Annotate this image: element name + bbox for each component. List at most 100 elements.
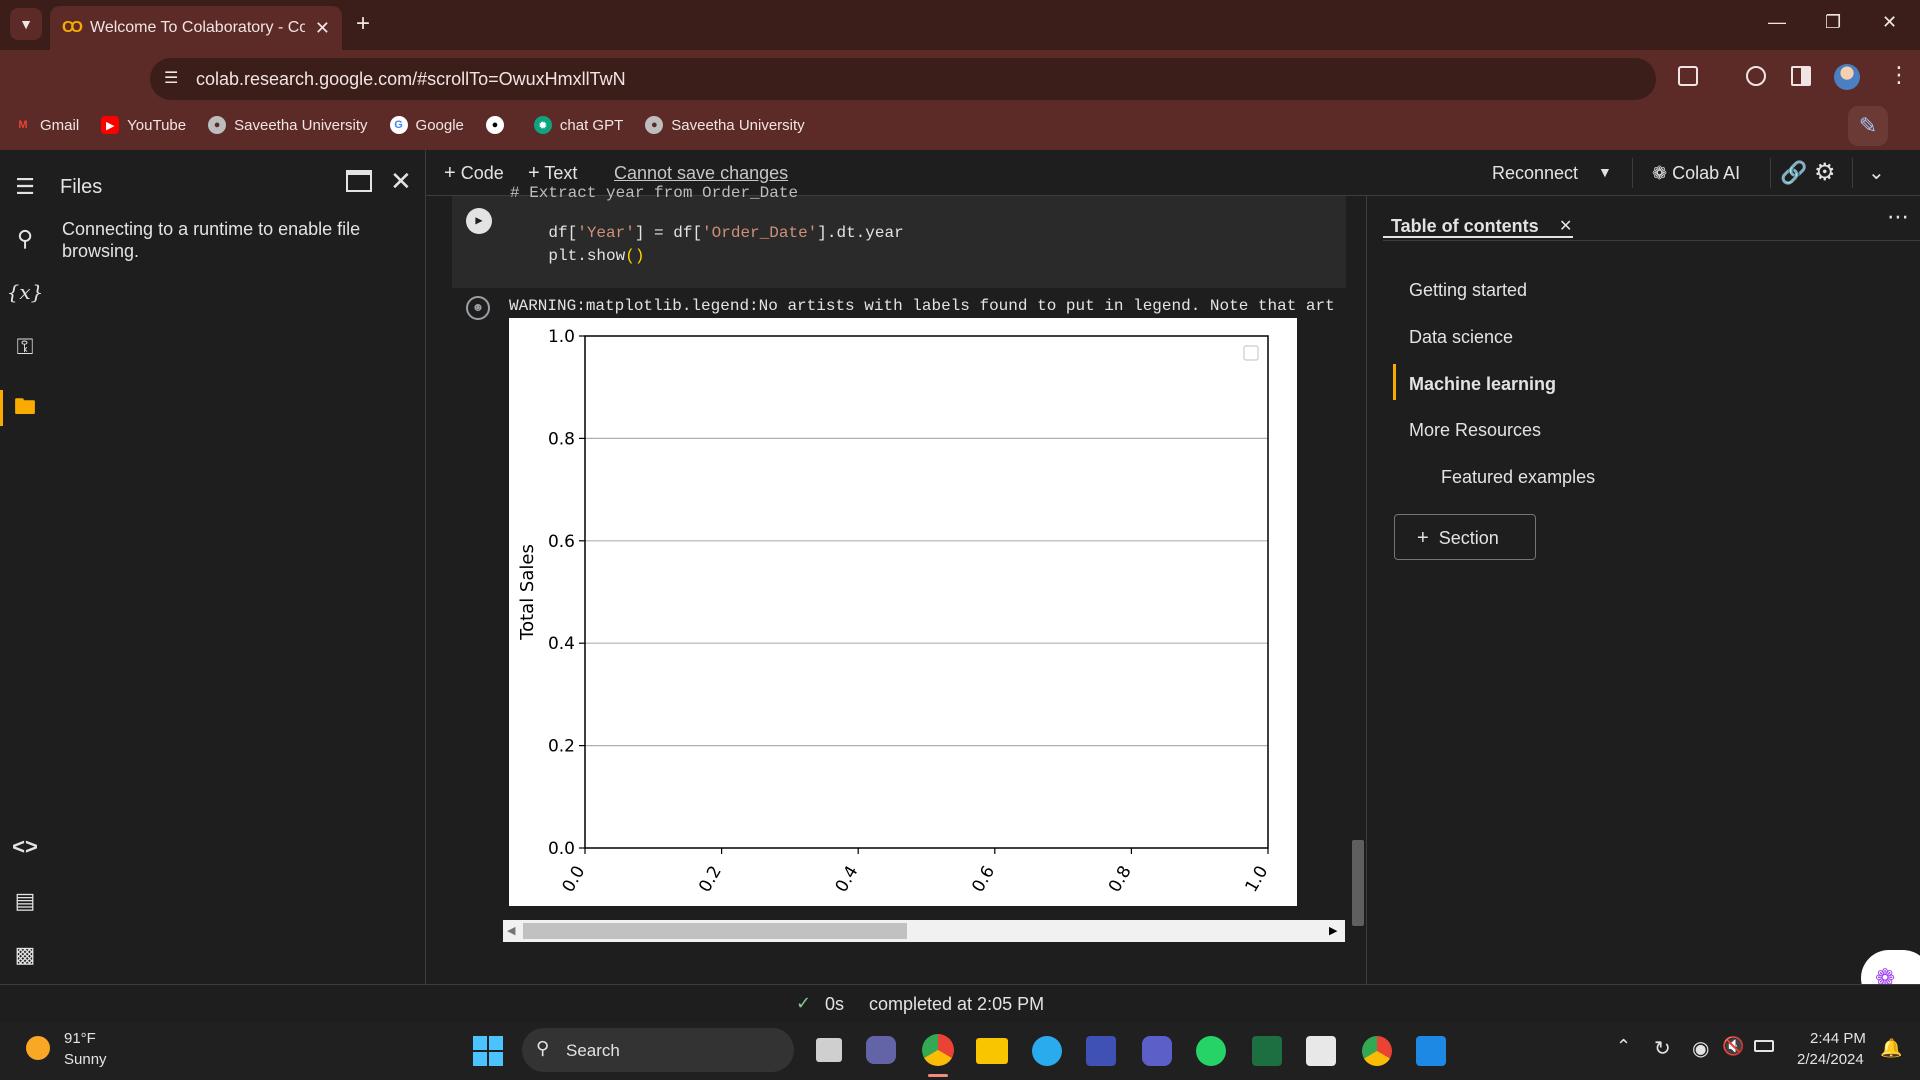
scroll-right-arrow[interactable]: ▶ [1329,924,1337,937]
performance-icon[interactable] [1746,66,1766,86]
weather-temperature[interactable]: 91°F [64,1030,96,1047]
profile-avatar[interactable] [1834,64,1860,90]
table-of-contents-icon[interactable]: ☰ [0,174,50,200]
table-of-contents-panel: Table of contents ✕ ⋯ Getting started Da… [1366,196,1920,1006]
bookmark-google[interactable]: G Google [389,116,464,134]
tab-close-icon[interactable]: ✕ [315,18,330,39]
menu-kebab-icon[interactable]: ⋮ [1888,62,1910,88]
toc-title: Table of contents [1391,216,1539,236]
notebook-vertical-scrollbar[interactable] [1352,840,1364,926]
browser-tab[interactable]: CO Welcome To Colaboratory - Col ✕ [50,6,342,50]
files-panel: Files ✕ Connecting to a runtime to enabl… [50,150,426,984]
toc-tab[interactable]: Table of contents ✕ [1383,206,1573,238]
toc-item-featured-examples[interactable]: Featured examples [1441,467,1595,488]
side-panel-icon[interactable] [1791,66,1811,86]
gemini-pen-icon[interactable]: ✎ [1848,106,1888,146]
toc-item-data-science[interactable]: Data science [1409,327,1513,348]
variables-icon[interactable]: {x} [0,280,50,304]
tab-search-button[interactable]: ▼ [10,8,42,40]
system-tray-chevron-icon[interactable]: ⌃ [1616,1036,1631,1057]
colab-ai-button[interactable]: ❁ Colab AI [1652,163,1740,184]
new-tab-button[interactable]: + [356,10,370,38]
scroll-left-arrow[interactable]: ◀ [507,924,515,937]
excel-icon[interactable] [1252,1036,1282,1066]
collapse-header-icon[interactable]: ⌄ [1868,160,1885,185]
photos-icon[interactable] [1416,1036,1446,1066]
code-line-2: plt.show() [548,247,645,265]
files-connecting-message: Connecting to a runtime to enable file b… [62,219,361,261]
settings-gear-icon[interactable]: ⚙ [1814,158,1836,187]
scroll-thumb[interactable] [523,923,907,939]
toc-close-icon[interactable]: ✕ [1559,216,1572,236]
toc-item-more-resources[interactable]: More Resources [1409,420,1541,441]
copilot-icon[interactable] [1142,1036,1172,1066]
y-tick-label: 1.0 [548,327,575,347]
x-tick-label: 1.0 [1241,863,1272,896]
globe-icon: ● [645,116,664,134]
bookmark-youtube[interactable]: ▶ YouTube [101,116,186,134]
telegram-icon[interactable] [1032,1036,1062,1066]
weather-description[interactable]: Sunny [64,1051,107,1068]
minimize-button[interactable]: — [1768,12,1786,33]
site-info-icon[interactable]: ☰ [164,68,178,88]
clock-time[interactable]: 2:44 PM [1810,1030,1866,1047]
open-in-tab-icon[interactable] [346,170,372,192]
bookmark-gmail[interactable]: M Gmail [14,116,79,134]
file-explorer-icon[interactable] [976,1038,1008,1064]
files-folder-icon[interactable]: 🖿 [0,390,50,428]
plot-output: 0.0 0.2 0.4 0.6 0.8 1.0 0.0 0.2 0.4 0.6 0.8 1.0 Tota… [509,318,1297,906]
output-horizontal-scrollbar[interactable]: ◀ ▶ [503,920,1345,942]
plus-icon: + [1417,527,1429,549]
add-text-button[interactable]: + Text [528,162,577,185]
start-windows-icon[interactable] [473,1036,503,1066]
bookmark-saveetha-1[interactable]: ● Saveetha University [208,116,368,134]
x-tick-label: 0.0 [558,863,589,896]
add-code-button[interactable]: + Code [444,162,504,185]
bookmark-github[interactable]: ● [485,116,512,134]
task-view-icon[interactable] [816,1038,842,1062]
taskbar-search-box[interactable]: ⚲ Search [522,1028,794,1072]
terminal-icon[interactable]: ▩ [0,942,50,968]
bookmarks-bar: M Gmail ▶ YouTube ● Saveetha University G Go… [0,100,1920,150]
toc-item-machine-learning[interactable]: Machine learning [1409,374,1556,395]
clock-date[interactable]: 2/24/2024 [1797,1051,1864,1068]
add-section-button[interactable]: + Section [1394,514,1536,560]
windows-taskbar: 91°F Sunny ⚲ Search ⌃ ↻ ◉ 🔇 2:44 PM 2/24… [0,1022,1920,1080]
app-icon[interactable] [1086,1036,1116,1066]
run-cell-button[interactable]: ▶ [466,208,492,234]
reconnect-button[interactable]: Reconnect [1492,163,1578,184]
left-rail: ☰ ⚲ {x} ⚿ 🖿 <> ▤ ▩ [0,150,50,984]
completed-time[interactable]: completed at 2:05 PM [869,994,1044,1015]
runtime-dropdown-icon[interactable]: ▼ [1598,164,1612,180]
code-cell[interactable]: # Extract year from Order_Date ▶ df['Yea… [452,184,1346,288]
toc-item-getting-started[interactable]: Getting started [1409,280,1527,301]
code-snippets-icon[interactable]: <> [0,834,50,860]
chrome-profile-icon[interactable] [1362,1036,1392,1066]
search-icon[interactable]: ⚲ [0,226,50,252]
cannot-save-link[interactable]: Cannot save changes [614,163,788,184]
search-icon: ⚲ [536,1038,550,1058]
teams-chat-icon[interactable] [866,1036,896,1064]
language-globe-icon[interactable]: ◉ [1692,1036,1709,1061]
chrome-icon[interactable] [922,1034,954,1066]
notification-bell-icon[interactable]: 🔔 [1880,1038,1902,1059]
restore-button[interactable]: ❐ [1825,12,1841,33]
sync-icon[interactable]: ↻ [1654,1036,1671,1061]
address-bar[interactable]: ☰ colab.research.google.com/#scrollTo=Ow… [150,58,1656,100]
battery-icon[interactable] [1754,1040,1774,1052]
command-palette-icon[interactable]: ▤ [0,888,50,914]
close-panel-icon[interactable]: ✕ [390,166,412,197]
output-icon[interactable]: ☻ [466,296,490,320]
bookmark-chatgpt[interactable]: ✹ chat GPT [533,116,623,134]
y-tick-label: 0.8 [548,429,575,449]
link-icon[interactable]: 🔗 [1780,160,1807,186]
whatsapp-icon[interactable] [1196,1036,1226,1066]
extensions-icon[interactable] [1678,66,1698,86]
volume-muted-icon[interactable]: 🔇 [1722,1036,1744,1057]
github-icon: ● [485,116,504,134]
bookmark-saveetha-2[interactable]: ● Saveetha University [645,116,805,134]
snipping-tool-icon[interactable] [1306,1036,1336,1066]
toc-more-icon[interactable]: ⋯ [1887,204,1909,230]
close-window-button[interactable]: ✕ [1882,12,1897,33]
secrets-key-icon[interactable]: ⚿ [0,334,50,360]
